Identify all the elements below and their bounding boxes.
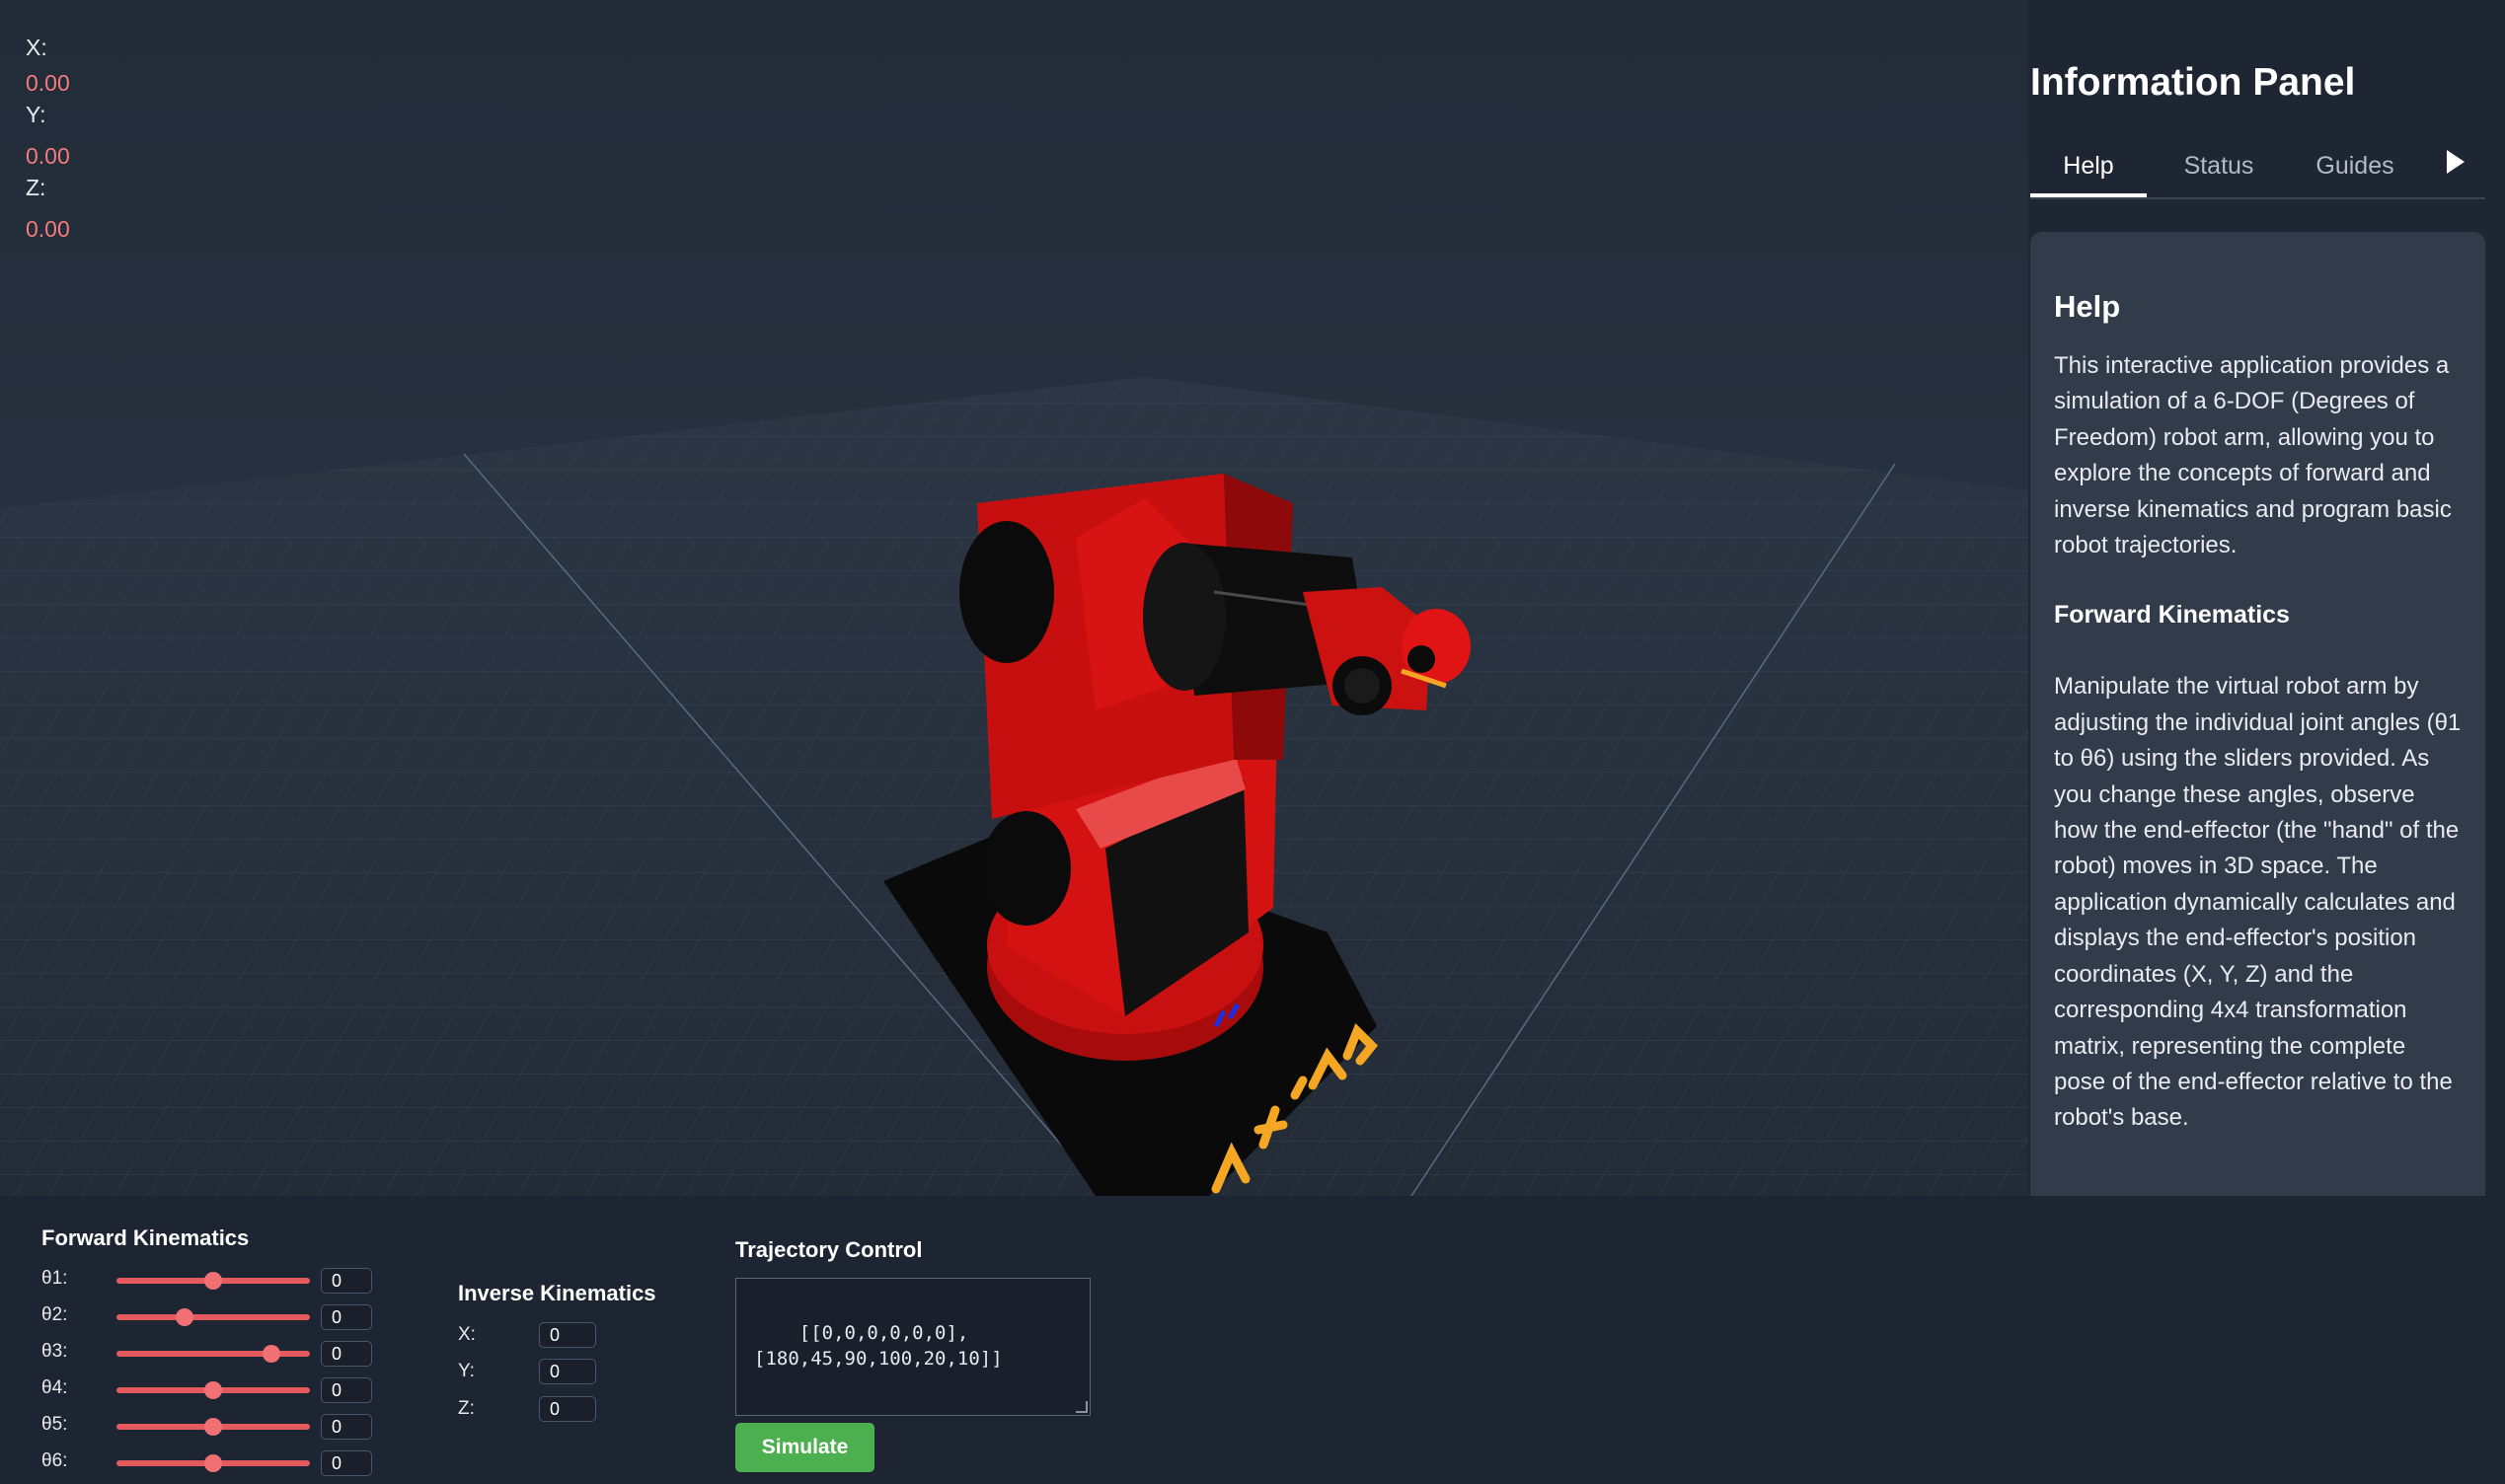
theta2-slider[interactable] xyxy=(116,1308,310,1326)
theta1-slider[interactable] xyxy=(116,1272,310,1290)
coord-z-value: 0.00 xyxy=(26,216,70,242)
ik-x-label: X: xyxy=(458,1324,476,1345)
theta4-input[interactable]: 0 xyxy=(321,1377,372,1403)
joint-label: θ3: xyxy=(41,1341,68,1362)
tab-help[interactable]: Help xyxy=(2030,146,2147,197)
scene-canvas[interactable] xyxy=(0,0,2028,1196)
tab-guides[interactable]: Guides xyxy=(2299,146,2411,197)
joint-label: θ2: xyxy=(41,1304,68,1325)
ik-y-label: Y: xyxy=(458,1361,475,1381)
help-intro-text: This interactive application provides a … xyxy=(2054,352,2452,559)
help-heading: Help xyxy=(2054,289,2121,324)
fk-help-text: Manipulate the virtual robot arm by adju… xyxy=(2054,673,2462,1132)
end-effector-coordinates: X: 0.00 Y: 0.00 Z: 0.00 xyxy=(26,30,70,247)
theta1-input[interactable]: 0 xyxy=(321,1268,372,1294)
fk-title: Forward Kinematics xyxy=(41,1225,250,1250)
theta3-slider[interactable] xyxy=(116,1345,310,1363)
trajectory-title: Trajectory Control xyxy=(735,1237,923,1262)
ik-title: Inverse Kinematics xyxy=(458,1281,656,1305)
theta6-input[interactable]: 0 xyxy=(321,1450,372,1476)
control-area: Forward Kinematics θ1: 0 θ2: 0 θ3: 0 θ4:… xyxy=(0,1196,2505,1484)
coord-y-label: Y: xyxy=(26,102,46,127)
theta5-slider[interactable] xyxy=(116,1418,310,1436)
theta3-input[interactable]: 0 xyxy=(321,1341,372,1367)
theta6-slider[interactable] xyxy=(116,1454,310,1472)
coord-z-label: Z: xyxy=(26,175,46,200)
trajectory-textarea[interactable]: [[0,0,0,0,0,0], [180,45,90,100,20,10]] xyxy=(735,1278,1091,1416)
slider-thumb[interactable] xyxy=(204,1272,222,1290)
coord-y-value: 0.00 xyxy=(26,143,70,169)
trajectory-text: [[0,0,0,0,0,0], [180,45,90,100,20,10]] xyxy=(754,1322,1003,1370)
play-right-icon[interactable] xyxy=(2447,150,2465,174)
simulate-button[interactable]: Simulate xyxy=(735,1423,874,1472)
theta4-slider[interactable] xyxy=(116,1381,310,1399)
ik-x-input[interactable]: 0 xyxy=(539,1322,596,1348)
ik-y-input[interactable]: 0 xyxy=(539,1359,596,1384)
coord-x-label: X: xyxy=(26,35,47,60)
joint-label: θ6: xyxy=(41,1450,68,1471)
slider-thumb[interactable] xyxy=(204,1418,222,1436)
joint-label: θ4: xyxy=(41,1377,68,1398)
slider-thumb[interactable] xyxy=(175,1308,193,1326)
slider-thumb[interactable] xyxy=(262,1345,280,1363)
panel-title: Information Panel xyxy=(2030,61,2356,104)
theta5-input[interactable]: 0 xyxy=(321,1414,372,1440)
fk-help-heading: Forward Kinematics xyxy=(2054,601,2290,630)
joint-label: θ1: xyxy=(41,1268,68,1289)
ik-z-label: Z: xyxy=(458,1398,475,1419)
panel-tabs: Help Status Guides xyxy=(2030,136,2485,199)
resize-handle-icon[interactable] xyxy=(1076,1401,1088,1413)
slider-thumb[interactable] xyxy=(204,1381,222,1399)
slider-thumb[interactable] xyxy=(204,1454,222,1472)
3d-viewport[interactable]: X: 0.00 Y: 0.00 Z: 0.00 xyxy=(0,0,2028,1196)
theta2-input[interactable]: 0 xyxy=(321,1304,372,1330)
shoulder-joint xyxy=(959,521,1054,663)
information-panel: Information Panel Help Status Guides Hel… xyxy=(2028,0,2505,1196)
coord-x-value: 0.00 xyxy=(26,70,70,96)
joint-label: θ5: xyxy=(41,1414,68,1435)
base-joint xyxy=(982,811,1071,926)
help-content: Help This interactive application provid… xyxy=(2030,232,2485,1196)
ik-z-input[interactable]: 0 xyxy=(539,1396,596,1422)
tab-status[interactable]: Status xyxy=(2163,146,2275,197)
